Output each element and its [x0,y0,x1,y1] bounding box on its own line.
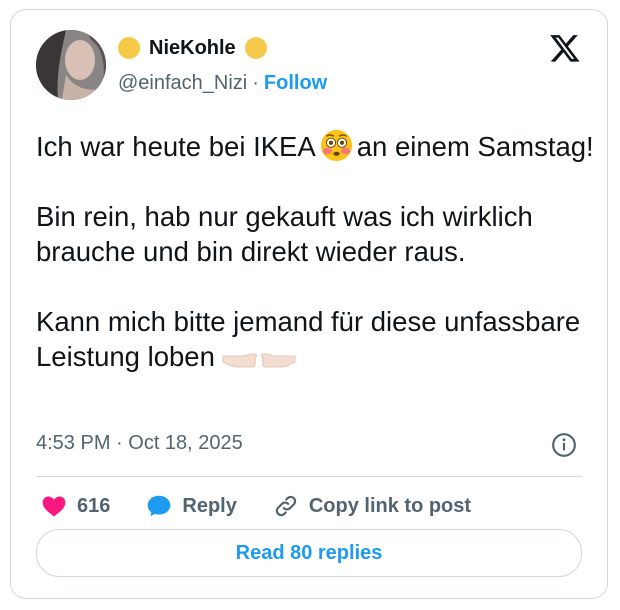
author-handle[interactable]: @einfach_Nizi [118,72,247,95]
yellow-circle-icon [244,37,267,59]
yellow-circle-icon [118,37,140,59]
divider [36,476,582,477]
avatar[interactable] [36,30,106,100]
tweet-paragraph: Kann mich bitte jemand für diese unfassb… [36,304,596,374]
heart-icon [42,496,66,517]
link-icon [275,495,296,517]
tweet-timestamp[interactable]: 4:53 PM · Oct 18, 2025 [36,432,243,455]
reply-button[interactable]: Reply [146,493,237,519]
read-replies-button[interactable]: Read 80 replies [36,529,582,577]
tweet-text-segment: Kann mich bitte jemand für diese unfassb… [36,306,581,372]
tweet-paragraph: Bin rein, hab nur gekauft was ich wirkli… [36,201,533,267]
speech-bubble-icon [148,495,171,517]
tweet-text-segment: Ich war heute bei IKEA [36,131,316,162]
flushed-face-icon [320,129,352,162]
x-logo-icon[interactable] [548,32,582,64]
like-count: 616 [77,494,111,517]
pointing-fingers-icon [222,353,296,368]
separator: · [252,72,259,94]
tweet-text-segment: an einem Samstag! [356,131,594,162]
copy-link-label: Copy link to post [308,494,472,517]
read-replies-label: Read 80 replies [235,541,383,564]
tweet-paragraph: Ich war heute bei IKEA an einem Samstag! [36,129,596,164]
tweet-text: Ich war heute bei IKEA an einem Samstag!… [36,129,596,374]
action-bar: 616 Reply Copy link to post [41,490,507,522]
tweet-card: NieKohle @einfach_Nizi · Follow Ich war … [10,9,608,599]
author-display-name[interactable]: NieKohle [149,37,236,60]
author-name-row[interactable]: NieKohle [118,34,267,62]
like-button[interactable]: 616 [41,493,110,519]
info-icon[interactable] [551,432,577,458]
reply-label: Reply [182,494,237,517]
copy-link-button[interactable]: Copy link to post [273,493,471,519]
follow-button[interactable]: Follow [264,72,327,95]
author-handle-row: @einfach_Nizi · Follow [118,72,327,95]
